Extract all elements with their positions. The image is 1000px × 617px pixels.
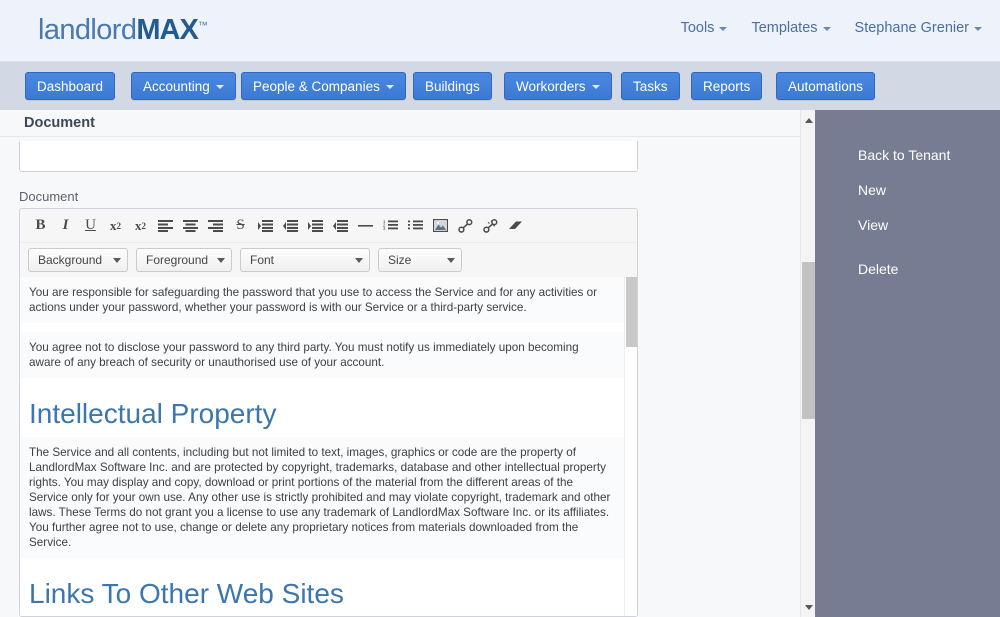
align-left-icon[interactable] <box>153 215 178 237</box>
nav-label: Automations <box>788 78 864 94</box>
editor-document-body[interactable]: You are responsible for safeguarding the… <box>20 277 624 616</box>
nav-label: Reports <box>703 78 751 94</box>
indent-icon[interactable] <box>253 215 278 237</box>
page-body: Document Document B I U x2 x2 S 1 2 3 Ba… <box>0 110 1000 617</box>
strikethrough-icon[interactable]: S <box>228 215 253 237</box>
paragraph-spacer <box>20 323 624 332</box>
subscript-icon[interactable]: x2 <box>103 215 128 237</box>
superscript-icon[interactable]: x2 <box>128 215 153 237</box>
svg-text:3: 3 <box>383 226 386 231</box>
select-label: Background <box>38 253 103 267</box>
title-divider <box>0 136 800 137</box>
logo-text-bold: MAX <box>136 14 198 46</box>
logo-trademark: ™ <box>197 20 208 32</box>
horizontal-rule-icon[interactable] <box>353 215 378 237</box>
editor-scrollbar-thumb[interactable] <box>626 277 637 347</box>
nav-label: Tasks <box>633 78 668 94</box>
chevron-down-icon <box>447 257 455 263</box>
chevron-down-icon <box>215 85 224 89</box>
landlordmax-logo[interactable]: landlordMAX™ <box>38 14 208 47</box>
topnav-item-templates[interactable]: Templates <box>751 20 831 36</box>
ordered-list-icon[interactable]: 123 <box>378 215 403 237</box>
rich-text-editor: B I U x2 x2 S 1 2 3 Background Foregroun… <box>19 208 638 617</box>
topnav-label: Templates <box>751 20 818 36</box>
unordered-list-icon[interactable] <box>403 215 428 237</box>
page-title: Document <box>24 115 95 131</box>
content-pane: Document Document B I U x2 x2 S 1 2 3 Ba… <box>0 110 815 617</box>
editor-heading: Links To Other Web Sites <box>20 567 624 616</box>
document-field-label: Document <box>19 189 79 204</box>
top-utility-nav: Tools Templates Stephane Grenier <box>681 20 982 36</box>
nav-label: Buildings <box>425 78 480 94</box>
align-center-icon[interactable] <box>178 215 203 237</box>
editor-heading: Intellectual Property <box>20 387 624 437</box>
topnav-item-tools[interactable]: Tools <box>681 20 728 36</box>
chevron-down-icon <box>385 85 394 89</box>
font-size-select[interactable]: Size <box>378 248 462 272</box>
chevron-down-icon <box>591 85 600 89</box>
nav-button-automations[interactable]: Automations <box>776 72 876 100</box>
link-icon[interactable] <box>453 215 478 237</box>
select-label: Size <box>388 253 412 267</box>
editor-toolbar-row-formatting: B I U x2 x2 S 1 2 3 <box>20 209 637 242</box>
action-view[interactable]: View <box>858 217 888 233</box>
editor-toolbar-row-selects: Background Foreground Font Size <box>20 242 637 277</box>
eraser-icon[interactable] <box>503 215 528 237</box>
align-right-icon[interactable] <box>203 215 228 237</box>
outdent-icon[interactable] <box>278 215 303 237</box>
action-delete[interactable]: Delete <box>858 261 898 277</box>
nav-button-workorders[interactable]: Workorders <box>504 72 612 100</box>
select-label: Font <box>250 253 275 267</box>
foreground-color-select[interactable]: Foreground <box>136 248 232 272</box>
nav-label: Workorders <box>516 78 586 94</box>
chevron-down-icon <box>822 27 831 31</box>
paragraph-spacer <box>20 558 624 567</box>
chevron-down-icon <box>719 27 728 31</box>
bold-icon[interactable]: B <box>28 215 53 237</box>
nav-button-accounting[interactable]: Accounting <box>131 72 236 100</box>
underline-icon[interactable]: U <box>78 215 103 237</box>
topnav-item-user-menu[interactable]: Stephane Grenier <box>855 20 982 36</box>
nav-button-tasks[interactable]: Tasks <box>621 72 680 100</box>
image-icon[interactable] <box>428 215 453 237</box>
paragraph-spacer <box>20 378 624 387</box>
editor-toolbar: B I U x2 x2 S 1 2 3 Background Foregroun… <box>20 209 637 278</box>
right-action-panel: Back to Tenant New View Delete <box>815 110 1000 617</box>
font-family-select[interactable]: Font <box>240 248 370 272</box>
logo-text-light: landlord <box>38 14 137 46</box>
scroll-up-arrow-icon[interactable] <box>801 112 815 128</box>
action-new[interactable]: New <box>858 182 886 198</box>
chevron-down-icon <box>217 257 225 263</box>
topnav-label: Tools <box>680 20 715 36</box>
page-vertical-scrollbar[interactable] <box>800 110 815 617</box>
main-navigation-bar: Dashboard Accounting People & Companies … <box>0 62 1000 110</box>
nav-label: People & Companies <box>253 78 380 94</box>
nav-button-reports[interactable]: Reports <box>691 72 763 100</box>
nav-button-buildings[interactable]: Buildings <box>413 72 492 100</box>
editor-content-area[interactable]: You are responsible for safeguarding the… <box>20 277 637 616</box>
topnav-label: Stephane Grenier <box>854 20 969 36</box>
brand-header: landlordMAX™ Tools Templates Stephane Gr… <box>0 0 1000 62</box>
chevron-down-icon <box>974 27 982 31</box>
document-name-input[interactable] <box>19 141 638 172</box>
italic-icon[interactable]: I <box>53 215 78 237</box>
nav-label: Dashboard <box>37 78 104 94</box>
chevron-down-icon <box>355 257 363 263</box>
indent-more-icon[interactable] <box>303 215 328 237</box>
chevron-down-icon <box>113 257 121 263</box>
editor-paragraph: The Service and all contents, including … <box>20 437 624 558</box>
action-back-to-tenant[interactable]: Back to Tenant <box>858 147 950 163</box>
nav-label: Accounting <box>143 78 210 94</box>
scroll-down-arrow-icon[interactable] <box>801 599 815 615</box>
background-color-select[interactable]: Background <box>28 248 128 272</box>
page-scrollbar-thumb[interactable] <box>802 262 815 419</box>
unlink-icon[interactable] <box>478 215 503 237</box>
nav-button-people-and-companies[interactable]: People & Companies <box>241 72 406 100</box>
select-label: Foreground <box>146 253 209 267</box>
outdent-more-icon[interactable] <box>328 215 353 237</box>
editor-paragraph: You are responsible for safeguarding the… <box>20 277 624 323</box>
editor-vertical-scrollbar[interactable] <box>624 277 637 616</box>
nav-button-dashboard[interactable]: Dashboard <box>25 72 116 100</box>
editor-paragraph: You agree not to disclose your password … <box>20 332 624 378</box>
